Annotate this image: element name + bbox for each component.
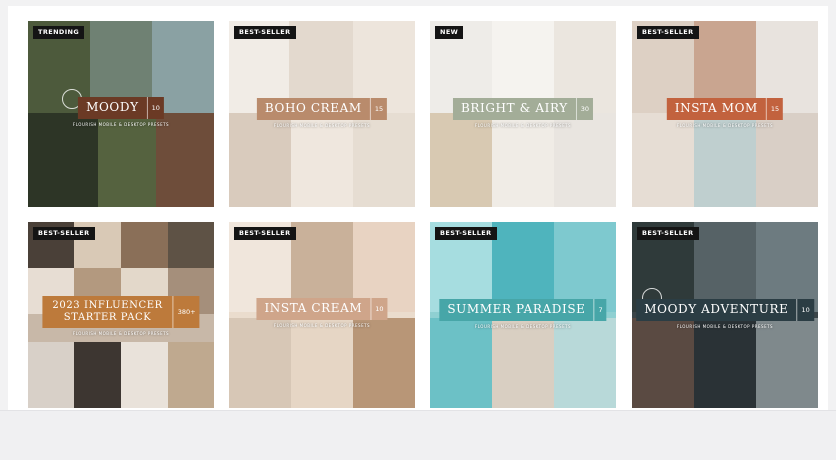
product-card-insta-mom[interactable]: BEST-SELLER INSTA MOM 15 FLOURISH MOBILE…	[632, 21, 818, 207]
banner-box: INSTA MOM 15	[666, 98, 784, 120]
card-title: 2023 INFLUENCER STARTER PACK	[42, 296, 172, 328]
card-title: MOODY	[86, 100, 139, 114]
page-footer-area	[0, 410, 836, 460]
card-subtitle: FLOURISH MOBILE & DESKTOP PRESETS	[676, 323, 774, 329]
photo-tile	[156, 113, 214, 207]
card-subtitle: FLOURISH MOBILE & DESKTOP PRESETS	[474, 323, 572, 329]
preset-count: 380+	[172, 296, 200, 328]
banner-box: 2023 INFLUENCER STARTER PACK 380+	[42, 296, 200, 328]
product-card-summer-paradise[interactable]: BEST-SELLER SUMMER PARADISE 7 FLOURISH M…	[430, 222, 616, 408]
card-title: BRIGHT & AIRY	[460, 101, 568, 115]
card-subtitle: FLOURISH MOBILE & DESKTOP PRESETS	[273, 322, 371, 328]
card-badge: BEST-SELLER	[637, 26, 699, 39]
card-title: INSTA MOM	[674, 101, 758, 115]
card-banner: MOODY 10 FLOURISH MOBILE & DESKTOP PRESE…	[73, 97, 169, 127]
product-card-insta-cream[interactable]: BEST-SELLER INSTA CREAM 10 FLOURISH MOBI…	[229, 222, 415, 408]
card-badge: TRENDING	[33, 26, 85, 39]
product-grid-panel: TRENDING MOODY 10 FLOURISH MOBILE & DESK…	[8, 6, 828, 410]
photo-tile	[168, 342, 214, 408]
banner-box: MOODY ADVENTURE 10	[636, 299, 814, 321]
product-card-moody[interactable]: TRENDING MOODY 10 FLOURISH MOBILE & DESK…	[28, 21, 214, 207]
product-card-moody-adventure[interactable]: BEST-SELLER MOODY ADVENTURE 10 FLOURISH …	[632, 222, 818, 408]
card-subtitle: FLOURISH MOBILE & DESKTOP PRESETS	[72, 331, 170, 336]
card-banner: INSTA CREAM 10 FLOURISH MOBILE & DESKTOP…	[256, 298, 388, 328]
card-title-line2: STARTER PACK	[63, 312, 152, 323]
photo-tile	[28, 342, 74, 408]
photo-tile	[121, 222, 168, 268]
card-badge: NEW	[435, 26, 464, 39]
product-card-influencer-starter-pack[interactable]: BEST-SELLER 2023 INFLUENCER STARTER PACK…	[28, 222, 214, 408]
photo-tile	[694, 318, 756, 408]
card-title: BOHO CREAM	[264, 101, 362, 115]
card-banner: BOHO CREAM 15 FLOURISH MOBILE & DESKTOP …	[256, 98, 388, 128]
preset-count: 15	[765, 98, 783, 120]
card-banner: MOODY ADVENTURE 10 FLOURISH MOBILE & DES…	[636, 299, 814, 329]
photo-tile	[229, 318, 291, 408]
preset-count: 7	[593, 299, 607, 321]
banner-box: INSTA CREAM 10	[256, 298, 388, 320]
card-badge: BEST-SELLER	[33, 227, 95, 240]
photo-tile	[121, 342, 168, 408]
preset-count: 15	[369, 98, 387, 120]
preset-count: 10	[370, 298, 387, 320]
preset-count: 10	[146, 97, 164, 119]
banner-box: BRIGHT & AIRY 30	[452, 98, 594, 120]
card-title: MOODY ADVENTURE	[644, 302, 789, 316]
product-card-boho-cream[interactable]: BEST-SELLER BOHO CREAM 15 FLOURISH MOBIL…	[229, 21, 415, 207]
photo-tile	[554, 318, 616, 408]
preset-count: 30	[575, 98, 593, 120]
photo-tile	[353, 318, 415, 408]
card-subtitle: FLOURISH MOBILE & DESKTOP PRESETS	[676, 122, 774, 128]
banner-box: BOHO CREAM 15	[256, 98, 388, 120]
photo-tile	[74, 342, 121, 408]
card-badge: BEST-SELLER	[234, 227, 296, 240]
card-title: INSTA CREAM	[264, 301, 363, 315]
photo-tile	[168, 222, 214, 268]
banner-box: SUMMER PARADISE 7	[439, 299, 607, 321]
card-banner: 2023 INFLUENCER STARTER PACK 380+ FLOURI…	[42, 296, 200, 336]
photo-tile	[98, 113, 156, 207]
card-banner: SUMMER PARADISE 7 FLOURISH MOBILE & DESK…	[439, 299, 607, 329]
card-badge: BEST-SELLER	[637, 227, 699, 240]
photo-tile	[756, 318, 818, 408]
card-badge: BEST-SELLER	[435, 227, 497, 240]
card-subtitle: FLOURISH MOBILE & DESKTOP PRESETS	[474, 122, 572, 128]
photo-tile	[492, 318, 554, 408]
photo-tile	[28, 113, 98, 207]
preset-count: 10	[796, 299, 813, 321]
card-subtitle: FLOURISH MOBILE & DESKTOP PRESETS	[72, 121, 170, 127]
photo-tile	[632, 318, 694, 408]
card-title-line1: 2023 INFLUENCER	[52, 300, 163, 311]
photo-tile	[430, 318, 492, 408]
card-banner: INSTA MOM 15 FLOURISH MOBILE & DESKTOP P…	[666, 98, 784, 128]
card-badge: BEST-SELLER	[234, 26, 296, 39]
photo-tile	[291, 318, 353, 408]
card-subtitle: FLOURISH MOBILE & DESKTOP PRESETS	[273, 122, 371, 128]
card-title: SUMMER PARADISE	[447, 302, 586, 316]
card-banner: BRIGHT & AIRY 30 FLOURISH MOBILE & DESKT…	[452, 98, 594, 128]
product-card-bright-airy[interactable]: NEW BRIGHT & AIRY 30 FLOURISH MOBILE & D…	[430, 21, 616, 207]
banner-box: MOODY 10	[78, 97, 164, 119]
